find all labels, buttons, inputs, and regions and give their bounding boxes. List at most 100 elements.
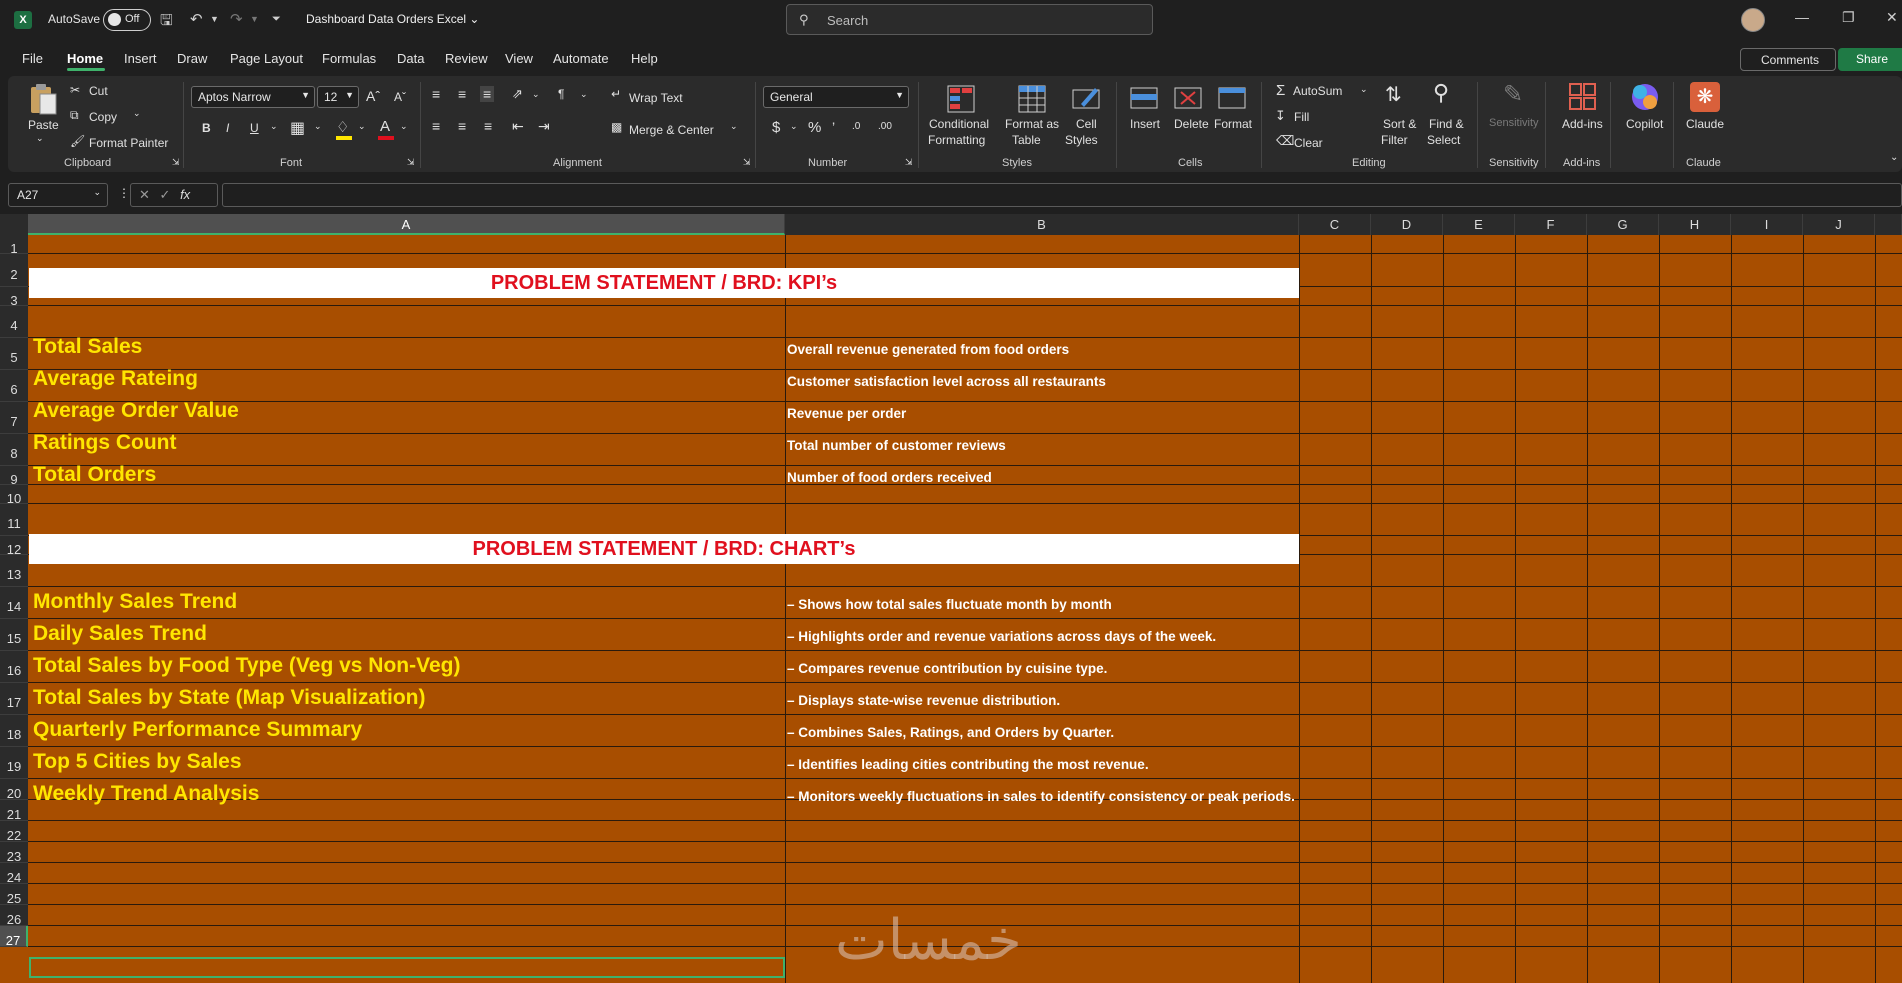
minimize-icon[interactable]: — xyxy=(1795,9,1809,25)
document-title[interactable]: Dashboard Data Orders Excel ⌄ xyxy=(306,12,479,26)
decrease-indent-icon[interactable]: ⇤ xyxy=(512,118,524,135)
tab-formulas[interactable]: Formulas xyxy=(322,51,376,66)
share-button[interactable]: Share xyxy=(1838,48,1902,71)
autosum-dropdown-icon[interactable]: ⌄ xyxy=(1360,84,1368,95)
row-header[interactable]: 24 xyxy=(0,863,28,885)
borders-icon[interactable]: ▦ xyxy=(290,118,305,138)
font-color-icon[interactable]: A xyxy=(380,118,390,135)
row-header[interactable]: 23 xyxy=(0,842,28,864)
paste-dropdown-icon[interactable]: ⌄ xyxy=(36,133,44,144)
column-header-f[interactable]: F xyxy=(1515,214,1587,235)
underline-dropdown-icon[interactable]: ⌄ xyxy=(270,121,278,132)
number-launcher-icon[interactable]: ⇲ xyxy=(905,157,913,168)
fill-color-dropdown-icon[interactable]: ⌄ xyxy=(358,121,366,132)
avatar[interactable] xyxy=(1741,8,1765,32)
column-header-g[interactable]: G xyxy=(1587,214,1659,235)
row-header[interactable]: 10 xyxy=(0,485,28,506)
row-header[interactable]: 22 xyxy=(0,821,28,843)
row-header[interactable]: 17 xyxy=(0,683,28,715)
sort-filter-icon[interactable]: ⇅ xyxy=(1385,82,1402,107)
row-header[interactable]: 4 xyxy=(0,306,28,338)
tab-automate[interactable]: Automate xyxy=(553,51,609,66)
paste-icon[interactable] xyxy=(26,82,60,116)
wrap-text-icon[interactable]: ↵ xyxy=(611,87,621,101)
delete-cells-icon[interactable] xyxy=(1173,84,1203,114)
column-header-e[interactable]: E xyxy=(1443,214,1515,235)
claude-icon[interactable]: ❋ xyxy=(1690,82,1720,112)
find-select-button[interactable]: Find & xyxy=(1429,117,1464,131)
comma-style-icon[interactable]: ’ xyxy=(832,119,835,135)
column-header-k[interactable] xyxy=(1875,214,1902,235)
tab-draw[interactable]: Draw xyxy=(177,51,207,66)
fill-button[interactable]: Fill xyxy=(1294,110,1309,124)
bold-icon[interactable]: B xyxy=(202,121,211,135)
redo-dropdown-icon[interactable]: ▼ xyxy=(250,14,259,24)
row-header[interactable]: 5 xyxy=(0,338,28,370)
tab-page-layout[interactable]: Page Layout xyxy=(230,51,303,66)
conditional-formatting-button[interactable]: Conditional xyxy=(929,117,989,131)
row-header[interactable]: 9 xyxy=(0,466,28,487)
format-cells-icon[interactable] xyxy=(1217,84,1247,114)
autosum-button[interactable]: AutoSum xyxy=(1293,84,1342,98)
column-header-j[interactable]: J xyxy=(1803,214,1875,235)
format-as-table-button[interactable]: Format as xyxy=(1005,117,1059,131)
row-header[interactable]: 19 xyxy=(0,747,28,779)
decrease-decimal-icon[interactable]: .00 xyxy=(878,121,892,132)
add-ins-icon[interactable] xyxy=(1568,82,1598,112)
save-icon[interactable]: 🖫 xyxy=(160,10,173,35)
copilot-button[interactable]: Copilot xyxy=(1626,117,1663,131)
collapse-ribbon-icon[interactable]: ⌄ xyxy=(1890,152,1898,163)
comments-button[interactable]: Comments xyxy=(1740,48,1836,71)
orientation-dropdown-icon[interactable]: ⌄ xyxy=(532,89,540,100)
insert-cells-button[interactable]: Insert xyxy=(1130,117,1160,131)
row-header[interactable]: 18 xyxy=(0,715,28,747)
tab-help[interactable]: Help xyxy=(631,51,658,66)
format-as-table-icon[interactable] xyxy=(1017,84,1047,114)
selected-cell-a27[interactable] xyxy=(29,957,785,978)
name-box[interactable]: A27 ⌄ xyxy=(8,183,108,207)
column-header-h[interactable]: H xyxy=(1659,214,1731,235)
font-launcher-icon[interactable]: ⇲ xyxy=(407,157,415,168)
row-header[interactable]: 6 xyxy=(0,370,28,402)
font-name-select[interactable]: Aptos Narrow ▼ xyxy=(191,86,315,108)
tab-data[interactable]: Data xyxy=(397,51,424,66)
paste-button[interactable]: Paste xyxy=(28,118,59,132)
column-header-i[interactable]: I xyxy=(1731,214,1803,235)
row-header[interactable]: 12 xyxy=(0,536,28,557)
direction-dropdown-icon[interactable]: ⌄ xyxy=(580,89,588,100)
column-header-c[interactable]: C xyxy=(1299,214,1371,235)
align-top-icon[interactable]: ≡ xyxy=(432,86,440,102)
decrease-font-icon[interactable]: Aˇ xyxy=(394,90,406,104)
merge-center-button[interactable]: Merge & Center xyxy=(629,123,714,137)
increase-font-icon[interactable]: Aˆ xyxy=(366,88,380,104)
tab-insert[interactable]: Insert xyxy=(124,51,157,66)
search-box[interactable]: ⚲ Search xyxy=(786,4,1153,35)
fill-color-icon[interactable]: ♢ xyxy=(336,118,349,136)
redo-icon[interactable]: ↷ xyxy=(230,10,243,28)
cut-button[interactable]: Cut xyxy=(89,84,108,98)
row-header[interactable]: 13 xyxy=(0,555,28,587)
column-header-a[interactable]: A xyxy=(28,214,785,235)
autosave-toggle[interactable]: Off xyxy=(103,9,151,31)
row-header[interactable]: 20 xyxy=(0,779,28,801)
cancel-entry-icon[interactable]: ✕ xyxy=(139,187,150,202)
cell-styles-button[interactable]: Cell xyxy=(1076,117,1097,131)
sort-filter-button[interactable]: Sort & xyxy=(1383,117,1416,131)
format-painter-button[interactable]: Format Painter xyxy=(89,136,168,150)
align-bottom-icon[interactable]: ≡ xyxy=(480,86,495,102)
increase-decimal-icon[interactable]: .0 xyxy=(852,121,860,132)
orientation-icon[interactable]: ⇗ xyxy=(512,86,523,102)
row-header[interactable]: 21 xyxy=(0,800,28,822)
row-header[interactable]: 7 xyxy=(0,402,28,434)
align-middle-icon[interactable]: ≡ xyxy=(458,86,466,102)
italic-icon[interactable]: I xyxy=(226,121,229,135)
copy-dropdown-icon[interactable]: ⌄ xyxy=(133,108,141,119)
cut-icon[interactable]: ✂ xyxy=(70,83,80,97)
row-header[interactable]: 2 xyxy=(0,254,28,287)
cell-styles-icon[interactable] xyxy=(1071,84,1101,114)
select-all-corner[interactable] xyxy=(0,214,28,235)
currency-dropdown-icon[interactable]: ⌄ xyxy=(790,121,798,132)
confirm-entry-icon[interactable]: ✓ xyxy=(160,187,171,202)
row-header[interactable]: 15 xyxy=(0,619,28,651)
clear-icon[interactable]: ⌫ xyxy=(1276,133,1294,149)
